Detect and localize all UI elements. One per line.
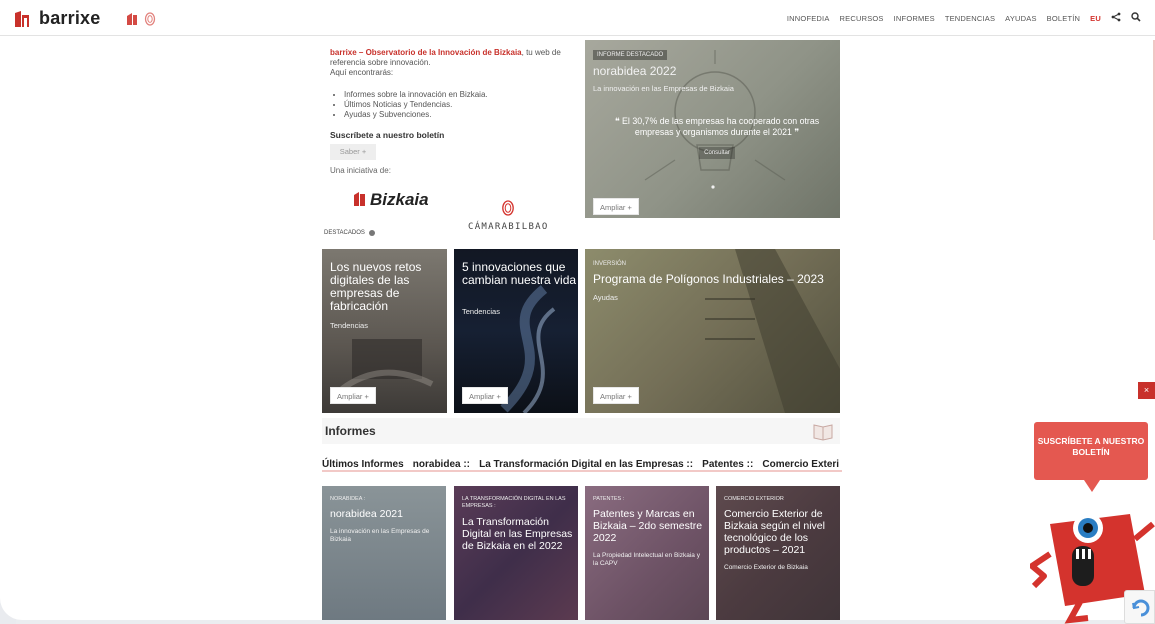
intro-line2: Aquí encontrarás: bbox=[330, 68, 394, 77]
informe-card[interactable]: COMERCIO EXTERIOR Comercio Exterior de B… bbox=[716, 486, 840, 620]
tab-comercio-exterior[interactable]: Comercio Exteri bbox=[762, 459, 839, 470]
intro-accent[interactable]: barrixe – Observatorio de la Innovación … bbox=[330, 48, 522, 57]
intro-block: barrixe – Observatorio de la Innovación … bbox=[322, 40, 578, 232]
bizkaia-logo[interactable]: Bizkaia bbox=[352, 190, 429, 210]
informes-title: Informes bbox=[325, 424, 376, 438]
informe-card-title: Patentes y Marcas en Bizkaia – 2do semes… bbox=[593, 508, 703, 544]
site-header: barrixe INNOFEDIA RECURSOS INFORMES TEND… bbox=[0, 0, 1155, 36]
featured-title: norabidea 2022 bbox=[593, 64, 677, 78]
share-icon[interactable] bbox=[1111, 12, 1121, 24]
nav-boletin[interactable]: BOLETÍN bbox=[1047, 14, 1081, 23]
close-widget-button[interactable]: × bbox=[1138, 382, 1155, 399]
featured-ampliar-button[interactable]: Ampliar + bbox=[593, 198, 639, 215]
informe-card-title: La Transformación Digital en las Empresa… bbox=[462, 516, 573, 552]
recaptcha-badge[interactable] bbox=[1124, 590, 1155, 624]
camara-logo-text: CÁMARABILBAO bbox=[468, 222, 549, 232]
partner-logos bbox=[126, 11, 156, 26]
destacado-card-1[interactable]: Los nuevos retos digitales de las empres… bbox=[322, 249, 447, 413]
bizkaia-logo-text: Bizkaia bbox=[370, 190, 429, 209]
intro-bullet: Ayudas y Subvenciones. bbox=[344, 110, 488, 120]
destacados-dot-icon bbox=[368, 230, 375, 236]
informe-card-tag: NORABIDEA : bbox=[330, 496, 366, 502]
informe-card-sub: La Propiedad Intelectual en Bizkaia y la… bbox=[593, 552, 700, 567]
card-1-ampliar-button[interactable]: Ampliar + bbox=[330, 387, 376, 404]
lang-switch[interactable]: EU bbox=[1090, 14, 1101, 23]
informes-tabs: Últimos Informes norabidea :: La Transfo… bbox=[322, 452, 842, 472]
intro-text: barrixe – Observatorio de la Innovación … bbox=[330, 48, 570, 78]
destacados-label: DESTACADOS bbox=[324, 230, 375, 236]
informe-card-sub: Comercio Exterior de Bizkaia bbox=[724, 564, 808, 571]
intro-bullet: Informes sobre la innovación en Bizkaia. bbox=[344, 90, 488, 100]
book-icon bbox=[812, 421, 834, 441]
featured-subtitle: La innovación en las Empresas de Bizkaia bbox=[593, 84, 734, 93]
informe-card-tag: PATENTES : bbox=[593, 496, 625, 502]
camara-logo[interactable]: CÁMARABILBAO bbox=[468, 200, 549, 232]
card-1-title: Los nuevos retos digitales de las empres… bbox=[330, 260, 422, 313]
iniciativa-label: Una iniciativa de: bbox=[330, 166, 391, 175]
informes-header: Informes bbox=[322, 418, 840, 444]
destacados-text: DESTACADOS bbox=[324, 230, 365, 236]
brand-logo-icon bbox=[13, 10, 31, 28]
destacado-card-3[interactable]: INVERSIÓN Programa de Polígonos Industri… bbox=[585, 249, 840, 413]
browser-canvas: barrixe INNOFEDIA RECURSOS INFORMES TEND… bbox=[0, 0, 1155, 624]
featured-informe[interactable]: INFORME DESTACADO norabidea 2022 La inno… bbox=[585, 40, 840, 218]
card-3-ampliar-button[interactable]: Ampliar + bbox=[593, 387, 639, 404]
informe-card-sub: La innovación en las Empresas de Bizkaia bbox=[330, 528, 430, 543]
tab-norabidea[interactable]: norabidea :: bbox=[413, 459, 470, 470]
featured-quote: ❝ El 30,7% de las empresas ha cooperado … bbox=[614, 116, 820, 137]
nav-informes[interactable]: INFORMES bbox=[894, 14, 935, 23]
card-1-category: Tendencias bbox=[330, 321, 368, 330]
tab-ultimos-informes[interactable]: Últimos Informes bbox=[322, 459, 404, 470]
destacado-card-2[interactable]: 5 innovaciones que cambian nuestra vida … bbox=[454, 249, 578, 413]
informe-card-tag: COMERCIO EXTERIOR bbox=[724, 496, 784, 502]
main-nav: INNOFEDIA RECURSOS INFORMES TENDENCIAS A… bbox=[787, 12, 1141, 24]
newsletter-bubble[interactable]: SUSCRÍBETE A NUESTRO BOLETÍN bbox=[1034, 422, 1148, 492]
informe-card-title: Comercio Exterior de Bizkaia según el ni… bbox=[724, 508, 825, 556]
brand-name: barrixe bbox=[39, 8, 101, 28]
consultar-button[interactable]: Consultar bbox=[699, 147, 735, 159]
camara-logo-icon bbox=[502, 200, 515, 216]
informe-card[interactable]: PATENTES : Patentes y Marcas en Bizkaia … bbox=[585, 486, 709, 620]
subscribe-button[interactable]: Saber + bbox=[330, 144, 376, 160]
bizkaia-logo-icon bbox=[354, 192, 365, 206]
card-2-title: 5 innovaciones que cambian nuestra vida bbox=[462, 260, 577, 287]
intro-bullet: Últimos Noticias y Tendencias. bbox=[344, 100, 488, 110]
bizkaia-mark-icon bbox=[127, 12, 138, 25]
informe-card[interactable]: NORABIDEA : norabidea 2021 La innovación… bbox=[322, 486, 446, 620]
brand[interactable]: barrixe bbox=[13, 8, 156, 29]
card-3-category: Ayudas bbox=[593, 293, 618, 302]
page: barrixe INNOFEDIA RECURSOS INFORMES TEND… bbox=[0, 0, 1155, 620]
camara-mark-icon bbox=[145, 11, 156, 26]
tab-patentes[interactable]: Patentes :: bbox=[702, 459, 753, 470]
nav-ayudas[interactable]: AYUDAS bbox=[1005, 14, 1037, 23]
intro-bullets: Informes sobre la innovación en Bizkaia.… bbox=[344, 90, 488, 120]
nav-innofedia[interactable]: INNOFEDIA bbox=[787, 14, 830, 23]
recaptcha-icon bbox=[1132, 599, 1150, 617]
nav-recursos[interactable]: RECURSOS bbox=[840, 14, 884, 23]
informe-card[interactable]: LA TRANSFORMACIÓN DIGITAL EN LAS EMPRESA… bbox=[454, 486, 578, 620]
tab-transformacion-digital[interactable]: La Transformación Digital en las Empresa… bbox=[479, 459, 693, 470]
featured-tag: INFORME DESTACADO bbox=[593, 50, 668, 60]
search-icon[interactable] bbox=[1131, 12, 1141, 24]
subscribe-title: Suscríbete a nuestro boletín bbox=[330, 130, 445, 140]
card-3-tag: INVERSIÓN bbox=[593, 261, 627, 267]
card-2-category: Tendencias bbox=[462, 307, 500, 316]
informe-card-tag: LA TRANSFORMACIÓN DIGITAL EN LAS EMPRESA… bbox=[462, 496, 566, 509]
card-2-ampliar-button[interactable]: Ampliar + bbox=[462, 387, 508, 404]
nav-tendencias[interactable]: TENDENCIAS bbox=[945, 14, 995, 23]
informe-card-title: norabidea 2021 bbox=[330, 508, 403, 520]
card-3-title: Programa de Polígonos Industriales – 202… bbox=[593, 272, 824, 286]
